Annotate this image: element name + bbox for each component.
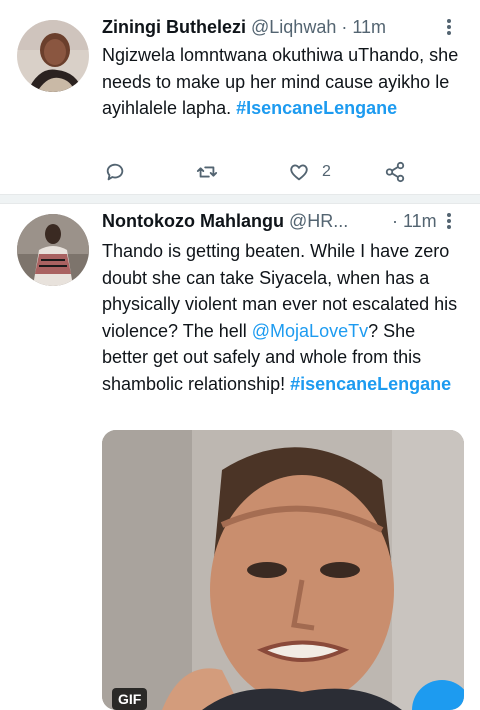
- avatar[interactable]: [17, 214, 89, 286]
- tweet-text: Ngizwela lomntwana okuthiwa uThando, she…: [102, 42, 462, 122]
- reply-icon: [106, 163, 124, 181]
- gif-image: [102, 430, 464, 710]
- retweet-button[interactable]: [196, 157, 218, 187]
- gif-media[interactable]: GIF: [102, 430, 464, 710]
- user-handle[interactable]: @Liqhwah: [251, 17, 336, 37]
- reply-button[interactable]: [104, 157, 126, 187]
- mention-link[interactable]: @MojaLoveTv: [252, 321, 368, 341]
- share-button[interactable]: [384, 157, 406, 187]
- tweet-text: Thando is getting beaten. While I have z…: [102, 238, 462, 397]
- tweet-1[interactable]: Ziningi Buthelezi @Liqhwah · 11m Ngizwel…: [0, 0, 480, 190]
- hashtag-link[interactable]: #IsencaneLengane: [236, 98, 397, 118]
- display-name[interactable]: Ziningi Buthelezi: [102, 17, 246, 37]
- like-count: 2: [322, 163, 331, 180]
- timestamp[interactable]: · 11m: [392, 208, 437, 234]
- share-icon: [385, 161, 405, 183]
- hashtag-link[interactable]: #isencaneLengane: [290, 374, 451, 394]
- tweet-divider: [0, 194, 480, 204]
- display-name[interactable]: Nontokozo Mahlangu: [102, 211, 284, 231]
- tweet-header: Ziningi Buthelezi @Liqhwah · 11m: [102, 14, 462, 40]
- more-options-icon[interactable]: [440, 14, 458, 40]
- like-button[interactable]: 2: [288, 157, 331, 187]
- tweet-header: Nontokozo Mahlangu @HR... · 11m: [102, 208, 462, 234]
- more-options-icon[interactable]: [440, 208, 458, 234]
- gif-badge: GIF: [112, 688, 148, 710]
- retweet-icon: [196, 166, 218, 178]
- tweet-actions: 2: [102, 157, 462, 187]
- timestamp[interactable]: · 11m: [341, 17, 386, 37]
- avatar[interactable]: [17, 20, 89, 92]
- user-handle[interactable]: @HR...: [289, 211, 348, 231]
- like-icon: [290, 164, 308, 181]
